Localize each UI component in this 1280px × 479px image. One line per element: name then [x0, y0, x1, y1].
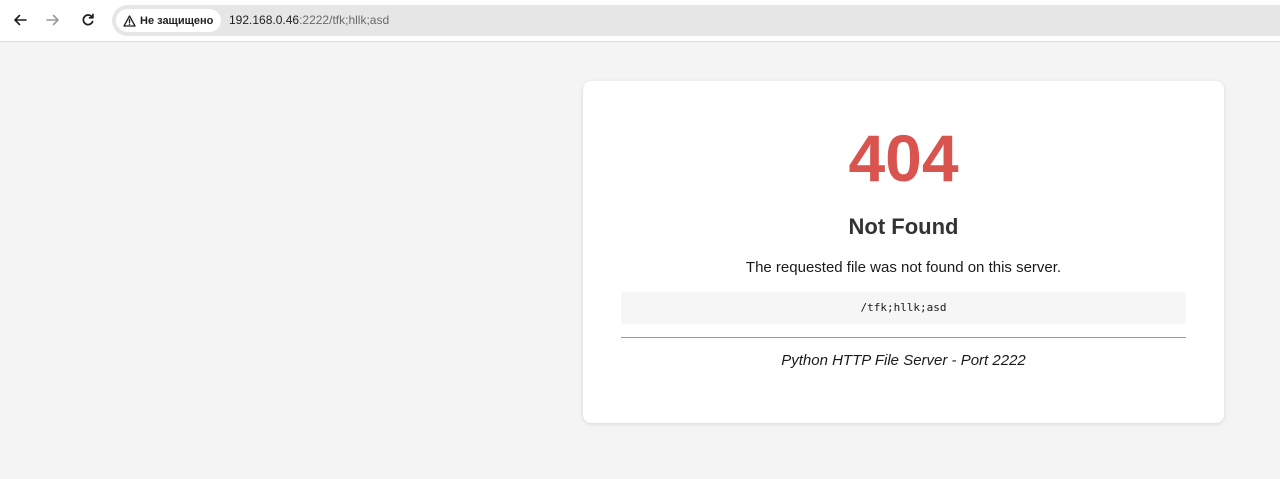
- back-button[interactable]: [5, 5, 35, 35]
- forward-button[interactable]: [38, 5, 68, 35]
- url-host: 192.168.0.46: [229, 13, 300, 27]
- requested-path: /tfk;hllk;asd: [621, 292, 1186, 324]
- error-card: 404 Not Found The requested file was not…: [583, 81, 1224, 423]
- url-text[interactable]: 192.168.0.46:2222/tfk;hllk;asd: [229, 5, 389, 36]
- reload-button[interactable]: [73, 5, 103, 35]
- warning-triangle-icon: [123, 14, 136, 27]
- arrow-left-icon: [14, 14, 27, 26]
- error-message: The requested file was not found on this…: [745, 259, 1062, 276]
- security-chip[interactable]: Не защищено: [116, 9, 222, 32]
- url-path: :2222/tfk;hllk;asd: [299, 13, 390, 27]
- server-footer: Python HTTP File Server - Port 2222: [781, 352, 1026, 369]
- divider: [621, 337, 1186, 338]
- browser-toolbar: Не защищено 192.168.0.46:2222/tfk;hllk;a…: [0, 0, 1280, 42]
- reload-icon: [82, 13, 94, 26]
- address-bar[interactable]: Не защищено 192.168.0.46:2222/tfk;hllk;a…: [112, 5, 1280, 36]
- status-code: 404: [848, 121, 959, 195]
- page-title: Not Found: [848, 214, 959, 239]
- security-label: Не защищено: [140, 14, 214, 27]
- arrow-right-icon: [46, 14, 59, 26]
